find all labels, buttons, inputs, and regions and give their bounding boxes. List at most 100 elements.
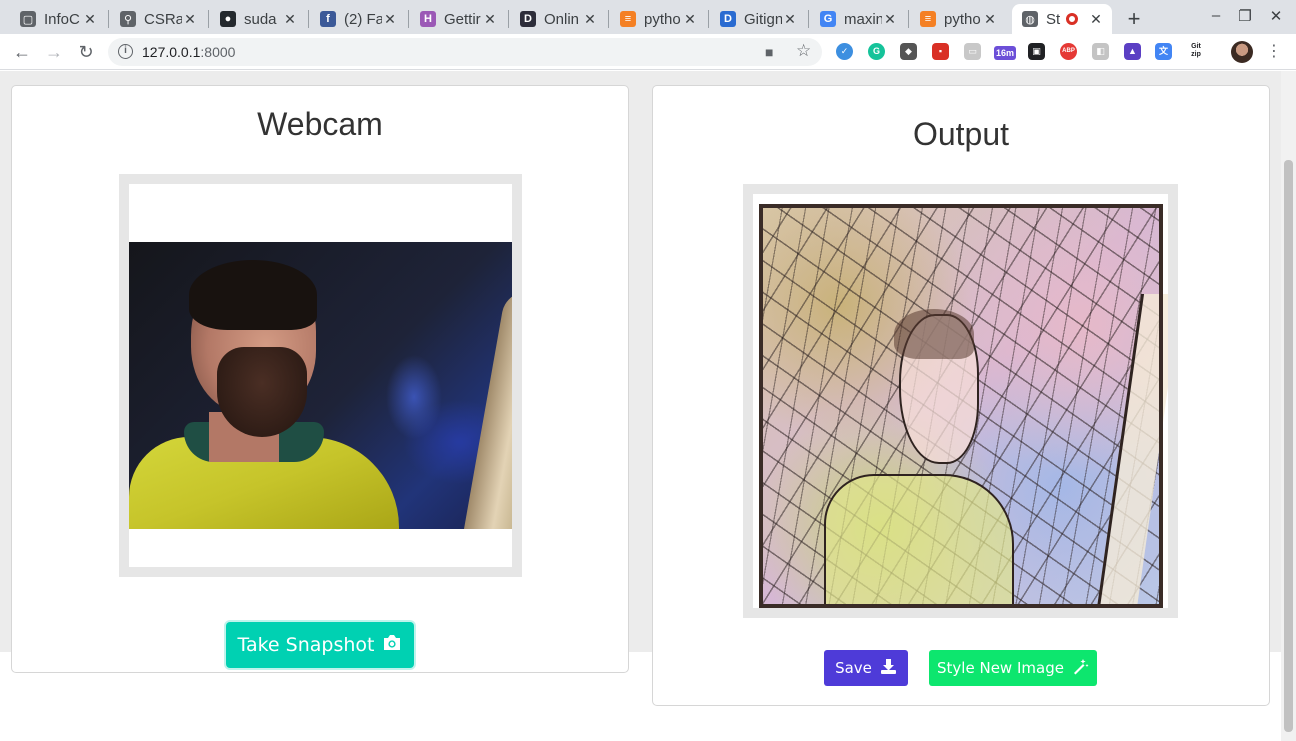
url-port: :8000 [200,44,236,60]
stylized-output-image [759,204,1168,608]
ext-blue-icon[interactable]: ✓ [836,43,853,60]
take-snapshot-button[interactable]: Take Snapshot [226,622,414,668]
camera-icon [382,634,402,656]
output-viewport [753,194,1168,608]
tab-title: pytho [944,10,981,28]
browser-tab[interactable]: H Gettir ✕ [410,4,506,34]
recording-indicator-icon [1066,13,1078,25]
webcam-frame [119,174,522,577]
graduation-cap-icon[interactable]: ▲ [1124,43,1141,60]
tab-title: CSRa [144,10,182,28]
adblock-icon[interactable]: ABP [1060,43,1077,60]
browser-tab[interactable]: ◍ St ✕ [1012,4,1112,34]
tab-separator [608,10,609,28]
picture-in-picture-icon[interactable]: ▣ [1028,43,1045,60]
google-icon: G [820,11,836,27]
stackoverflow-icon: ≡ [920,11,936,27]
reload-icon[interactable]: ↻ [74,40,98,64]
beard-image [217,347,307,437]
tab-separator [308,10,309,28]
facebook-icon: f [320,11,336,27]
browser-tab[interactable]: D Onlin ✕ [510,4,606,34]
search-icon: ⚲ [120,11,136,27]
browser-tab[interactable]: ≡ pytho ✕ [910,4,1006,34]
tab-title: Gitign [744,10,782,28]
close-tab-icon[interactable]: ✕ [1088,11,1104,28]
output-card: Output Save Style New Image [652,85,1270,706]
maximize-button[interactable]: ❐ [1235,7,1255,25]
tab-title: Gettir [444,10,481,28]
close-window-button[interactable]: ✕ [1266,7,1286,25]
browser-tab[interactable]: ● suda ✕ [210,4,306,34]
vertical-scrollbar[interactable] [1281,71,1296,741]
ext-gray-icon[interactable]: ▭ [964,43,981,60]
tab-separator [508,10,509,28]
webcam-viewport [129,184,512,567]
kebab-menu-icon[interactable]: ⋮ [1262,40,1286,64]
camera-icon[interactable]: ■ [765,44,773,60]
browser-toolbar: ← → ↻ i 127.0.0.1:8000 ■ ☆ ✓ G ◆ ▪ ▭ 16m… [0,34,1296,70]
hair-image [189,260,317,330]
bookmark-star-icon[interactable]: ☆ [796,41,811,61]
close-tab-icon[interactable]: ✕ [282,11,298,28]
ext-puzzle-icon[interactable]: ◧ [1092,43,1109,60]
stackoverflow-icon: ≡ [620,11,636,27]
close-tab-icon[interactable]: ✕ [982,11,998,28]
screenshot-icon: ▢ [20,11,36,27]
tab-title: InfoC [44,10,80,28]
style-new-image-button[interactable]: Style New Image [929,650,1097,686]
info-icon[interactable]: i [118,44,133,59]
tab-title: Onlin [544,10,580,28]
close-tab-icon[interactable]: ✕ [882,11,898,28]
close-tab-icon[interactable]: ✕ [682,11,698,28]
translate-icon[interactable]: 文 [1155,43,1172,60]
style-new-image-label: Style New Image [937,659,1064,677]
browser-tab[interactable]: ▢ InfoC ✕ [10,4,106,34]
ext-badge[interactable]: 16m [994,46,1016,60]
grammarly-icon[interactable]: G [868,43,885,60]
tab-title: St [1046,10,1061,28]
tab-separator [208,10,209,28]
close-tab-icon[interactable]: ✕ [382,11,398,28]
url-text[interactable]: 127.0.0.1:8000 [142,44,235,60]
minimize-button[interactable]: – [1206,7,1226,24]
page-viewport: Webcam Take Snapshot Output Save Style N… [0,71,1281,741]
cricket-bat-image [464,292,512,529]
webcam-card: Webcam Take Snapshot [11,85,629,673]
save-label: Save [835,659,872,677]
tab-title: suda [244,10,277,28]
back-arrow-icon[interactable]: ← [10,40,34,64]
browser-tab[interactable]: ≡ pytho ✕ [610,4,706,34]
url-host: 127.0.0.1 [142,44,201,60]
ext-red-icon[interactable]: ▪ [932,43,949,60]
webcam-title: Webcam [257,106,383,142]
tab-separator [808,10,809,28]
download-icon [880,658,897,679]
ext-shield-icon[interactable]: ◆ [900,43,917,60]
github-icon: ● [220,11,236,27]
tab-separator [408,10,409,28]
new-tab-button[interactable]: + [1122,6,1146,32]
scrollbar-thumb[interactable] [1284,160,1293,732]
close-tab-icon[interactable]: ✕ [82,11,98,28]
d-blue-icon: D [720,11,736,27]
browser-tab[interactable]: f (2) Fa ✕ [310,4,406,34]
close-tab-icon[interactable]: ✕ [482,11,498,28]
tab-separator [108,10,109,28]
tab-title: maxin [844,10,882,28]
gitzip-icon[interactable]: Git zip [1186,43,1206,60]
profile-avatar[interactable] [1231,41,1253,63]
browser-tab[interactable]: D Gitign ✕ [710,4,806,34]
close-tab-icon[interactable]: ✕ [782,11,798,28]
heroku-icon: H [420,11,436,27]
output-title: Output [912,116,1010,152]
forward-arrow-icon[interactable]: → [42,40,66,64]
address-bar[interactable]: i 127.0.0.1:8000 ■ ☆ [108,38,822,66]
save-button[interactable]: Save [824,650,908,686]
close-tab-icon[interactable]: ✕ [182,11,198,28]
stylized-image-border [759,204,1163,608]
close-tab-icon[interactable]: ✕ [582,11,598,28]
browser-tab[interactable]: ⚲ CSRa ✕ [110,4,206,34]
browser-tab[interactable]: Gmaxin ✕ [810,4,906,34]
output-frame [743,184,1178,618]
